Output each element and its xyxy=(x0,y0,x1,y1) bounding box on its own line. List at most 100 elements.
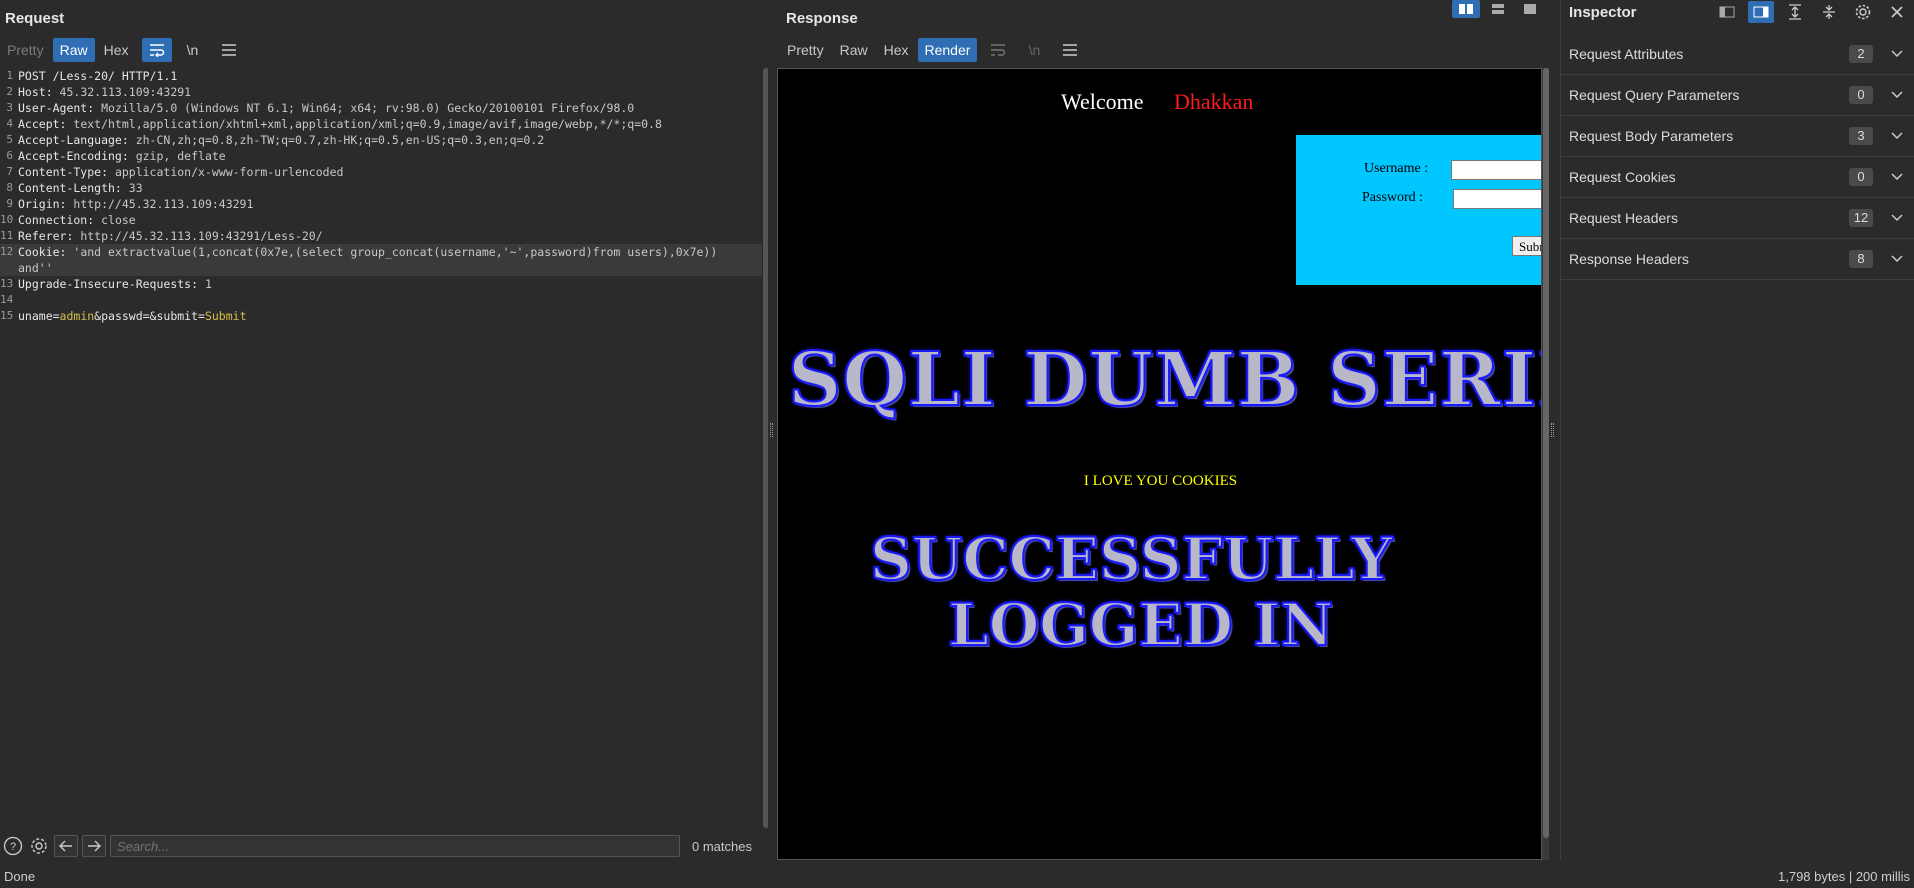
hamburger-icon xyxy=(1063,44,1078,56)
show-newlines-button[interactable]: \n xyxy=(178,38,208,62)
search-input[interactable] xyxy=(110,835,680,857)
request-line: 1 POST /Less-20/ HTTP/1.1 xyxy=(0,68,762,84)
header-value: http://45.32.113.109:43291 xyxy=(73,197,254,211)
line-number: 10 xyxy=(0,213,14,226)
header-value: zh-CN,zh;q=0.8,zh-TW;q=0.7,zh-HK;q=0.5,e… xyxy=(135,133,545,147)
arrow-left-icon xyxy=(59,840,72,852)
request-tab-pretty[interactable]: Pretty xyxy=(0,38,51,62)
word-wrap-button[interactable] xyxy=(141,38,172,62)
inspector-section[interactable]: Request Query Parameters 0 xyxy=(1561,75,1914,116)
request-line: 13 Upgrade-Insecure-Requests: 1 xyxy=(0,276,762,292)
header-key: Content-Type: xyxy=(18,165,115,179)
help-button[interactable]: ? xyxy=(2,835,24,857)
inspector-toolbar xyxy=(1714,1,1910,23)
inspector-section[interactable]: Request Body Parameters 3 xyxy=(1561,116,1914,157)
collapse-all-button[interactable] xyxy=(1816,1,1842,23)
line-number: 4 xyxy=(6,117,13,130)
newline-icon: \n xyxy=(1028,42,1041,58)
request-line: 6 Accept-Encoding: gzip, deflate xyxy=(0,148,762,164)
line-content: Origin: http://45.32.113.109:43291 xyxy=(16,196,253,212)
help-icon: ? xyxy=(3,836,23,856)
request-tab-hex[interactable]: Hex xyxy=(97,38,136,62)
inspector-section-count: 12 xyxy=(1849,209,1873,227)
search-settings-button[interactable] xyxy=(28,835,50,857)
response-menu-button[interactable] xyxy=(1055,38,1085,62)
response-tab-raw[interactable]: Raw xyxy=(833,38,875,62)
header-value: Mozilla/5.0 (Windows NT 6.1; Win64; x64;… xyxy=(101,101,635,115)
arrow-right-icon xyxy=(88,840,101,852)
line-content: User-Agent: Mozilla/5.0 (Windows NT 6.1;… xyxy=(16,100,634,116)
request-line: 14 xyxy=(0,292,762,308)
word-wrap-icon xyxy=(991,44,1006,56)
header-value: close xyxy=(101,213,136,227)
request-line: 2 Host: 45.32.113.109:43291 xyxy=(0,84,762,100)
inspector-section-label: Request Attributes xyxy=(1569,46,1684,62)
chevron-down-icon[interactable] xyxy=(1887,132,1907,140)
inspector-section-count: 0 xyxy=(1849,168,1873,186)
request-line: 12 Cookie: 'and extractvalue(1,concat(0x7… xyxy=(0,244,762,260)
inspector-section[interactable]: Request Attributes 2 xyxy=(1561,34,1914,75)
line-content: Content-Length: 33 xyxy=(16,180,143,196)
response-tab-pretty[interactable]: Pretty xyxy=(780,38,831,62)
render-username-label: Username : xyxy=(1364,161,1429,176)
line-number: 8 xyxy=(6,181,13,194)
response-tab-render[interactable]: Render xyxy=(917,38,978,62)
line-number: 3 xyxy=(6,101,13,114)
render-password-input[interactable] xyxy=(1453,189,1541,209)
inspector-settings-button[interactable] xyxy=(1850,1,1876,23)
header-value: gzip, deflate xyxy=(135,149,226,163)
header-key: Referer: xyxy=(18,229,81,243)
response-word-wrap-button[interactable] xyxy=(983,38,1013,62)
line-number: 2 xyxy=(6,85,13,98)
header-value: http://45.32.113.109:43291/Less-20/ xyxy=(80,229,323,243)
layout-tabs-button[interactable] xyxy=(1516,0,1544,18)
line-number: 15 xyxy=(0,309,14,322)
chevron-down-icon[interactable] xyxy=(1887,50,1907,58)
chevron-down-icon[interactable] xyxy=(1887,91,1907,99)
inspector-section-label: Request Query Parameters xyxy=(1569,87,1740,103)
header-key: Accept-Language: xyxy=(18,133,136,147)
render-submit-button[interactable]: Submit xyxy=(1512,236,1541,256)
panel-left-icon xyxy=(1719,6,1735,18)
response-newlines-button[interactable]: \n xyxy=(1019,38,1049,62)
line-content: uname=admin&passwd=&submit=Submit xyxy=(16,308,247,324)
pane-divider-right[interactable] xyxy=(1549,0,1557,860)
rows-icon xyxy=(1492,4,1504,14)
gear-icon xyxy=(31,838,47,854)
layout-stacked-button[interactable] xyxy=(1484,0,1512,18)
pane-divider-left[interactable] xyxy=(768,0,776,860)
request-tab-raw[interactable]: Raw xyxy=(52,38,95,62)
collapse-icon xyxy=(1823,5,1835,19)
inspector-section[interactable]: Response Headers 8 xyxy=(1561,239,1914,280)
line-content: Accept: text/html,application/xhtml+xml,… xyxy=(16,116,662,132)
chevron-down-icon[interactable] xyxy=(1887,173,1907,181)
search-next-button[interactable] xyxy=(82,835,106,857)
inspector-layout-right-button[interactable] xyxy=(1748,1,1774,23)
render-welcome-text: Welcome xyxy=(1061,89,1144,114)
status-bar: Done 1,798 bytes | 200 millis xyxy=(0,864,1914,888)
inspector-section[interactable]: Request Headers 12 xyxy=(1561,198,1914,239)
render-username-input[interactable] xyxy=(1451,160,1541,180)
request-line: 7 Content-Type: application/x-www-form-ur… xyxy=(0,164,762,180)
request-editor[interactable]: 1 POST /Less-20/ HTTP/1.1 2 Host: 45.32.113… xyxy=(0,68,762,832)
render-love-text: I LOVE YOU COOKIES xyxy=(1083,473,1238,489)
request-line: 9 Origin: http://45.32.113.109:43291 xyxy=(0,196,762,212)
chevron-down-icon[interactable] xyxy=(1887,255,1907,263)
request-menu-button[interactable] xyxy=(214,38,244,62)
render-user-name: Dhakkan xyxy=(1174,89,1254,114)
line-content: Upgrade-Insecure-Requests: 1 xyxy=(16,276,212,292)
inspector-section[interactable]: Request Cookies 0 xyxy=(1561,157,1914,198)
expand-all-button[interactable] xyxy=(1782,1,1808,23)
line-content: Content-Type: application/x-www-form-url… xyxy=(16,164,343,180)
inspector-section-count: 2 xyxy=(1849,45,1873,63)
inspector-close-button[interactable] xyxy=(1884,1,1910,23)
request-line: 3 User-Agent: Mozilla/5.0 (Windows NT 6.1… xyxy=(0,100,762,116)
inspector-section-label: Request Cookies xyxy=(1569,169,1676,185)
chevron-down-icon[interactable] xyxy=(1887,214,1907,222)
line-content xyxy=(16,292,18,308)
layout-side-by-side-button[interactable] xyxy=(1452,0,1480,18)
response-tab-hex[interactable]: Hex xyxy=(877,38,916,62)
search-prev-button[interactable] xyxy=(54,835,78,857)
inspector-layout-left-button[interactable] xyxy=(1714,1,1740,23)
columns-icon xyxy=(1459,4,1473,14)
